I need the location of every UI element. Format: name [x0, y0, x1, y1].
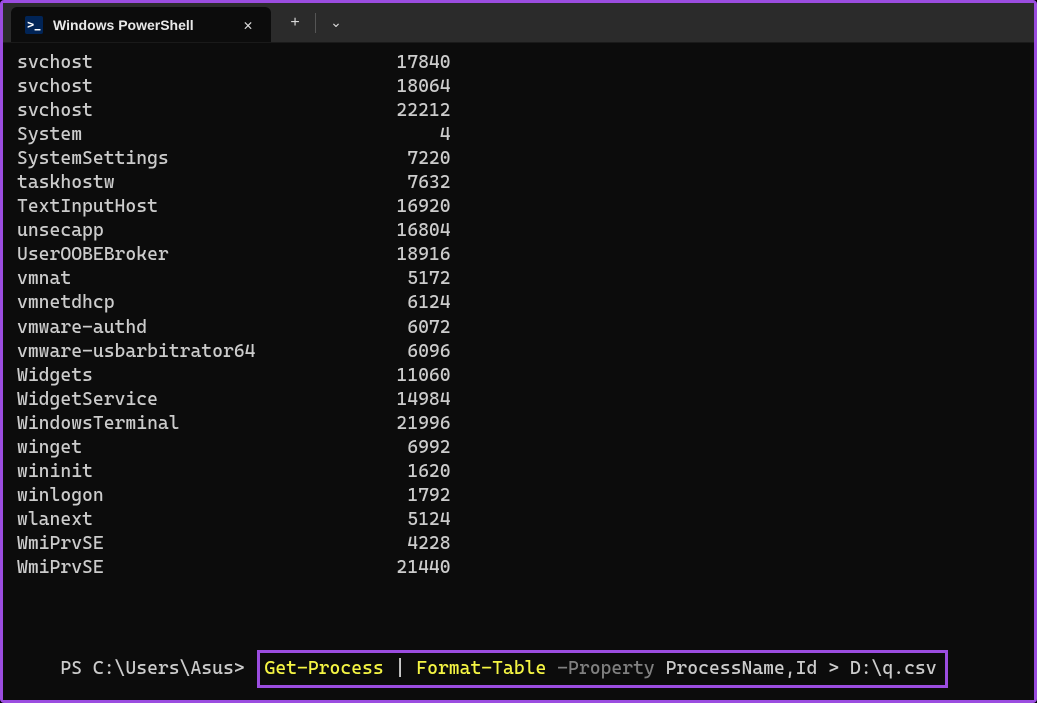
new-tab-button[interactable]: +: [277, 3, 313, 43]
param-property: -Property: [546, 658, 665, 679]
cmd-args: ProcessName,Id > D:\q.csv: [666, 658, 937, 679]
titlebar-actions: + ⌄: [271, 3, 354, 42]
tab-title: Windows PowerShell: [53, 17, 227, 33]
tab-dropdown-button[interactable]: ⌄: [318, 3, 354, 43]
titlebar: >_ Windows PowerShell ✕ + ⌄: [3, 3, 1034, 43]
process-output: svchost 17840 svchost 18064 svchost 2221…: [17, 51, 1020, 580]
tab-powershell[interactable]: >_ Windows PowerShell ✕: [11, 7, 271, 42]
divider: [315, 13, 316, 33]
terminal-pane[interactable]: svchost 17840 svchost 18064 svchost 2221…: [3, 43, 1034, 700]
highlighted-command: Get-Process | Format-Table -Property Pro…: [257, 650, 947, 688]
prompt-line-1: PS C:\Users\Asus> Get-Process | Format-T…: [17, 626, 1020, 700]
close-icon[interactable]: ✕: [237, 14, 259, 36]
powershell-icon: >_: [25, 16, 43, 34]
cmd-get-process: Get-Process: [264, 658, 383, 679]
prompt-prefix: PS C:\Users\Asus>: [60, 658, 255, 679]
cmd-format-table: Format-Table: [416, 658, 546, 679]
